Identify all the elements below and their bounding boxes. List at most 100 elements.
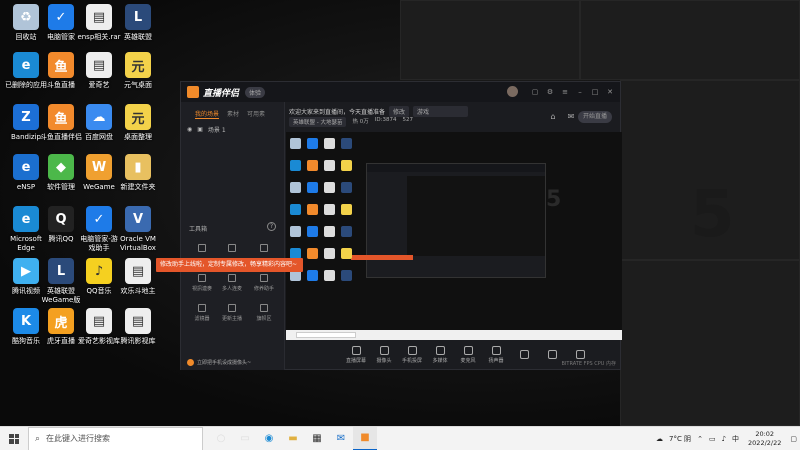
edit-title-button[interactable]: 修改 <box>389 106 410 117</box>
task-view-icon[interactable]: ○ <box>209 427 233 450</box>
preview-desktop-icon <box>290 204 301 215</box>
tool-assistant[interactable]: 修养助手 <box>251 274 277 292</box>
eye-icon[interactable]: ◉ <box>187 126 192 133</box>
preview-desktop-icon <box>307 204 318 215</box>
tool-video-link[interactable]: 視訊連麥 <box>189 274 215 292</box>
tab-my-scenes[interactable]: 我的场景 <box>195 109 220 119</box>
control-3-icon <box>435 346 445 355</box>
desktop-shortcut-label: WeGame <box>83 183 115 191</box>
desktop-shortcut[interactable]: L 英雄联盟 <box>116 4 160 42</box>
douyu-icon: 鱼 <box>48 52 74 78</box>
desktop-shortcut-label: 爱奇艺影视库 <box>78 337 120 345</box>
desktop-shortcut[interactable]: ☁ 百度网盘 <box>77 104 121 142</box>
preview-desktop-icon <box>324 226 335 237</box>
message-icon[interactable]: ▢ <box>531 88 539 96</box>
desktop-shortcut[interactable]: W WeGame <box>77 154 121 192</box>
desktop-shortcut[interactable]: V Oracle VM VirtualBox <box>116 206 160 253</box>
control-0-icon <box>351 346 361 355</box>
tool-2[interactable] <box>219 244 245 255</box>
explorer-icon[interactable]: ▬ <box>281 427 305 450</box>
scene-row[interactable]: ◉ ▣ 场景 1 <box>181 119 284 134</box>
wallpaper-panel <box>580 0 800 80</box>
preview-desktop-icon <box>341 182 352 193</box>
control-7[interactable] <box>538 349 566 361</box>
preview-tooltip <box>351 255 413 260</box>
game-pill[interactable]: 英雄联盟 - 大地瑟苗 <box>289 117 347 127</box>
taskbar-search[interactable]: ⌕ 在此键入进行搜索 <box>28 426 203 450</box>
stream-preview[interactable]: 5 <box>286 132 622 340</box>
notification-icon[interactable]: ▢ <box>790 435 797 443</box>
pc-manager-icon: ✓ <box>48 4 74 30</box>
virtualbox-icon: V <box>125 206 151 232</box>
rar-file-icon: ▤ <box>86 4 112 30</box>
avatar[interactable] <box>507 86 518 97</box>
desktop-shortcut-label: 腾讯影视库 <box>120 337 156 345</box>
recycle-bin-icon: ♻ <box>13 4 39 30</box>
edge-taskbar-icon[interactable]: ◉ <box>257 427 281 450</box>
lock-icon[interactable]: ▣ <box>197 126 203 133</box>
preview-desktop-icon <box>324 182 335 193</box>
desktop-shortcut-label: 爱奇艺 <box>88 81 110 89</box>
control-6[interactable] <box>510 349 538 361</box>
live-companion-window[interactable]: 直播伴侣 体验 ▢ ⚙ ≡ – □ ✕ 我的场景 素材 可用素 ◉ ▣ 场景 1… <box>180 81 622 370</box>
menu-icon[interactable]: ≡ <box>561 88 569 96</box>
go-live-button[interactable]: 开始直播 <box>578 111 612 123</box>
live-companion-taskbar-icon[interactable]: ■ <box>353 426 377 450</box>
start-button[interactable] <box>0 427 28 450</box>
mail-icon[interactable]: ✉ <box>568 112 575 121</box>
settings-icon[interactable]: ⚙ <box>546 88 554 96</box>
volume-icon[interactable]: ♪ <box>722 435 726 443</box>
category-input[interactable]: 游戏 <box>413 106 469 117</box>
tray-up-icon[interactable]: ⌃ <box>697 435 703 443</box>
control-8[interactable] <box>566 349 594 361</box>
wallpaper-logo: 5 <box>690 178 735 252</box>
widgets-icon[interactable]: ▭ <box>233 427 257 450</box>
taskbar: ⌕ 在此键入进行搜索 ○ ▭ ◉ ▬ ▦ ✉ ■ ☁ 7°C 阴 ⌃ ▭ ♪ 中… <box>0 426 800 450</box>
network-icon[interactable]: ▭ <box>709 435 716 443</box>
maximize-icon[interactable]: □ <box>591 88 599 96</box>
desktop-shortcut[interactable]: 元桌面整理 <box>116 104 160 142</box>
gift-icon[interactable]: ⌂ <box>551 112 556 121</box>
desktop-shortcut-label: 桌面整理 <box>124 133 152 141</box>
desktop-shortcut[interactable]: 元元气桌面 <box>116 52 160 90</box>
info-icon[interactable]: ? <box>267 222 276 231</box>
tool-assistant-icon <box>260 274 268 282</box>
desktop-shortcut[interactable]: ▤ ensp相关.rar <box>77 4 121 42</box>
tab-available[interactable]: 可用素 <box>247 109 265 119</box>
close-icon[interactable]: ✕ <box>606 88 614 96</box>
tool-filter[interactable]: 滤镜器 <box>189 304 215 322</box>
tool-multi-link[interactable]: 多人连麦 <box>219 274 245 292</box>
tool-1[interactable] <box>189 244 215 255</box>
preview-desktop-icon <box>324 138 335 149</box>
desktop-shortcut[interactable]: ♪ QQ音乐 <box>77 258 121 296</box>
desktop-shortcut[interactable]: ▤ 爱奇艺 <box>77 52 121 90</box>
title-bar[interactable]: 直播伴侣 体验 ▢ ⚙ ≡ – □ ✕ <box>181 82 620 102</box>
weather-icon[interactable]: ☁ <box>656 435 663 443</box>
new-folder-icon: ▮ <box>125 154 151 180</box>
tencent-lib-file-icon: ▤ <box>125 308 151 334</box>
weather-text[interactable]: 7°C 阴 <box>669 434 691 444</box>
control-6-icon <box>519 349 529 359</box>
tab-materials[interactable]: 素材 <box>227 109 239 119</box>
promo[interactable]: 立即把手机设成摄像头~ <box>187 359 251 366</box>
ime-indicator[interactable]: 中 <box>732 434 739 444</box>
version-badge[interactable]: 体验 <box>245 86 266 98</box>
mail-taskbar-icon[interactable]: ✉ <box>329 427 353 450</box>
minimize-icon[interactable]: – <box>576 88 584 96</box>
desktop-shortcut[interactable]: ▤ 爱奇艺影视库 <box>77 308 121 346</box>
tool-video-link-icon <box>198 274 206 282</box>
windows-icon <box>9 433 19 444</box>
desktop-shortcut[interactable]: ▤ 腾讯影视库 <box>116 308 160 346</box>
preview-desktop-icon <box>290 182 301 193</box>
app-logo-icon <box>187 86 199 98</box>
desktop-shortcut[interactable]: ✓ 电脑管家-游戏助手 <box>77 206 121 253</box>
desktop-shortcut[interactable]: ▤ 欢乐斗地主 <box>116 258 160 296</box>
clock-date: 2022/2/22 <box>748 439 782 447</box>
tool-banner[interactable]: 旗帜区 <box>251 304 277 322</box>
store-icon[interactable]: ▦ <box>305 427 329 450</box>
feature-tooltip[interactable]: 修改助手上线啦，定制专属修改，畅享精彩内容吧~ <box>156 258 303 272</box>
tool-update[interactable]: 更新主播 <box>219 304 245 322</box>
tool-3[interactable] <box>251 244 277 255</box>
desktop-shortcut[interactable]: ▮ 新建文件夹 <box>116 154 160 192</box>
clock[interactable]: 20:02 2022/2/22 <box>748 430 781 448</box>
